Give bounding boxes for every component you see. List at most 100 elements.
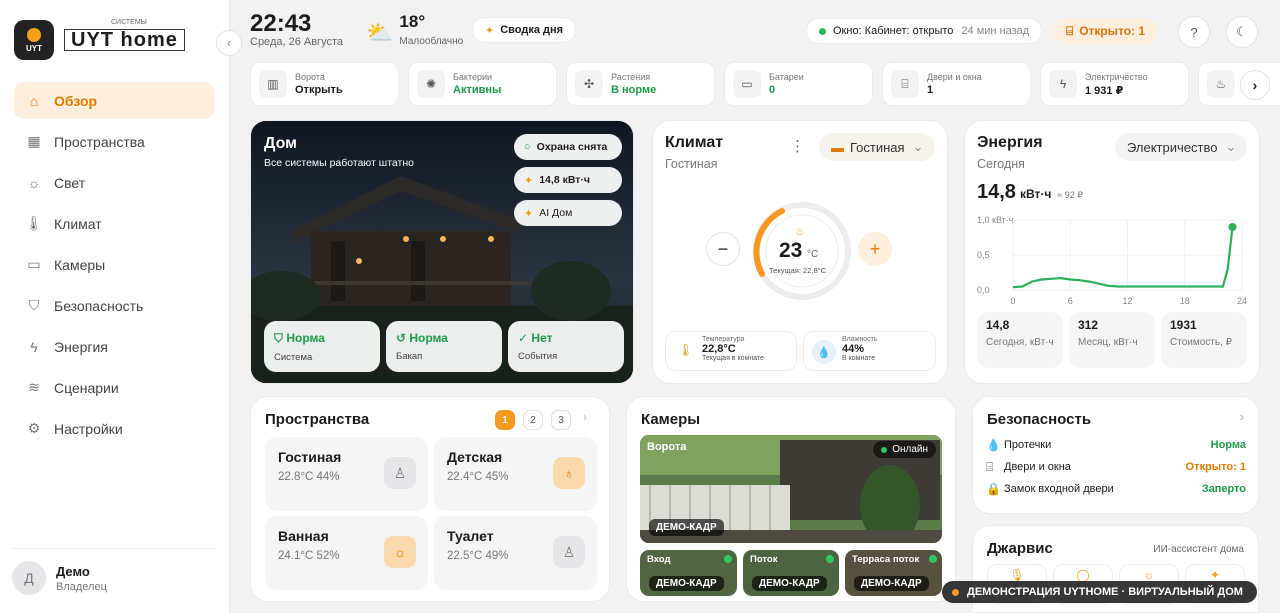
space-living-room[interactable]: Гостиная 22.8°C 44% ♙ [265,437,428,511]
nav-item-energy[interactable]: ϟ Энергия [14,328,214,365]
gear-icon: ⚙ [27,420,41,436]
humidity-readout: 💧 Влажность 44% В комнате [803,331,936,371]
user-role: Владелец [56,580,107,593]
weather-desc: Малооблачно [399,36,464,47]
sparkle-icon: ✦ [1209,568,1221,582]
temp-readout: 🌡 Температура 22,8°C Текущая в комнате [665,331,797,371]
nav-item-overview[interactable]: ⌂ Обзор [14,82,214,119]
door-icon: ⌸ [1066,23,1074,38]
status-pill[interactable]: Окно: Кабинет: открыто 24 мин назад [806,18,1043,44]
energy-last-point [1228,223,1237,231]
camera-gate[interactable]: Ворота Онлайн ДЕМО-КАДР [640,435,942,543]
energy-type-select[interactable]: Электричество ⌄ [1115,133,1247,161]
energy-period: Сегодня [977,157,1025,171]
lamp-icon[interactable]: ♙ [384,457,416,489]
camera-stream[interactable]: Поток ДЕМО-КАДР [743,550,839,596]
security-row-leaks[interactable]: 💧 Протечки Норма [986,435,1246,455]
date: Среда, 26 Августа [250,36,343,48]
energy-total: 14,8 кВт·ч ≈ 92 ₽ [977,181,1083,203]
banner-dot [952,588,959,596]
space-kids-room[interactable]: Детская 22.4°C 45% ♁ [434,437,597,511]
tile-batteries[interactable]: ▭ Батареи 0 [724,62,873,106]
nav-item-scenarios[interactable]: ≋ Сценарии [14,369,214,406]
camera-entrance[interactable]: Вход ДЕМО-КАДР [640,550,737,596]
guard-chip[interactable]: ○ Охрана снята [514,134,622,160]
collapse-sidebar-button[interactable]: ‹ [216,30,242,56]
room-select[interactable]: ▬ Гостиная ⌄ [819,133,936,161]
logo[interactable]: UYT СИСТЕМЫ UYT home [14,19,185,60]
chevron-right-icon[interactable]: › [1240,409,1244,424]
chevron-right-icon: › [1252,77,1258,93]
sidebar: UYT СИСТЕМЫ UYT home ⌂ Обзор ▦ Пространства… [0,0,230,613]
chevron-down-icon: ⌄ [1225,139,1237,154]
y-tick-label: 1,0 кВт·ч [977,215,1014,225]
tile-plants[interactable]: ✣ Растения В норме [566,62,715,106]
energy-chip[interactable]: ✦ 14,8 кВт·ч [514,167,622,193]
drop-icon: 💧 [812,340,836,364]
nav-item-light[interactable]: ☼ Свет [14,164,214,201]
online-dot [724,555,732,563]
theme-toggle-button[interactable]: ☾ [1226,16,1258,48]
chevron-right-icon[interactable]: › [583,410,587,424]
tiles-next-button[interactable]: › [1240,70,1270,100]
page-2-button[interactable]: 2 [523,410,543,430]
cameras-title: Камеры [641,411,701,428]
check-circle-icon: ✓ [518,331,532,345]
security-row-doors[interactable]: ⌸ Двери и окна Открыто: 1 [986,457,1246,477]
home-subtitle: Все системы работают штатно [264,157,414,169]
help-button[interactable]: ? [1178,16,1210,48]
energy-card: Энергия Сегодня Электричество ⌄ 14,8 кВт·… [964,120,1260,384]
increase-temp-button[interactable]: + [858,232,892,266]
space-bathroom[interactable]: Ванная 24.1°C 52% ☼ [265,516,428,590]
ai-home-chip[interactable]: ✦ AI Дом [514,200,622,226]
home-card[interactable]: Дом Все системы работают штатно ○ Охрана … [250,120,634,384]
decrease-temp-button[interactable]: − [706,232,740,266]
nav-item-cameras[interactable]: ▭ Камеры [14,246,214,283]
energy-stat-cost: 1931 Стоимость, ₽ [1161,312,1247,368]
bacteria-icon: ✺ [417,70,445,98]
help-icon: ? [1190,24,1198,40]
bolt-icon: ϟ [30,338,38,355]
page-3-button[interactable]: 3 [551,410,571,430]
stat-backup[interactable]: ↺ Норма Бакап [386,321,502,372]
plus-icon: + [869,238,881,259]
chat-icon: ◯ [1076,568,1090,582]
online-dot [929,555,937,563]
x-tick-label: 0 [1010,296,1015,306]
tile-gate[interactable]: ▥ Ворота Открыть [250,62,399,106]
nav-item-climate[interactable]: 🌡 Климат [14,205,214,242]
page-1-button[interactable]: 1 [495,410,515,430]
grid-icon: ▦ [27,133,41,149]
history-icon: ↺ [396,331,410,345]
energy-stat-today: 14,8 Сегодня, кВт·ч [977,312,1063,368]
mic-icon: 🎙 [1009,568,1025,582]
sparkle-icon: ✦ [485,24,495,37]
day-summary-button[interactable]: ✦ Сводка дня [472,17,577,43]
lamp-icon[interactable]: ♙ [553,536,585,568]
camera-terrace[interactable]: Терраса поток ДЕМО-КАДР [845,550,942,596]
user-profile[interactable]: Д Демо Владелец [12,548,216,595]
tile-electricity[interactable]: ϟ Электричество 1 931 ₽ [1040,62,1189,106]
nav-item-security[interactable]: ⛉ Безопасность [14,287,214,324]
open-count-pill[interactable]: ⌸ Открыто: 1 [1054,18,1158,44]
minus-icon: − [717,238,729,259]
stat-events[interactable]: ✓ Нет События [508,321,624,372]
space-toilet[interactable]: Туалет 22.5°C 49% ♙ [434,516,597,590]
nav-item-spaces[interactable]: ▦ Пространства [14,123,214,160]
y-tick-label: 0,5 [977,250,990,260]
bulb-icon[interactable]: ♁ [553,457,585,489]
stat-system[interactable]: ⛉ Норма Система [264,321,380,372]
x-tick-label: 24 [1237,296,1247,306]
energy-series-line [1012,226,1234,289]
x-tick-label: 12 [1122,296,1132,306]
chevron-down-icon: ⌄ [912,139,924,154]
tile-bacteria[interactable]: ✺ Бактерии Активны [408,62,557,106]
light-icon[interactable]: ☼ [384,536,416,568]
security-row-lock[interactable]: 🔒 Замок входной двери Заперто [986,479,1246,499]
more-vert-icon[interactable]: ⋮ [790,137,805,155]
nav-item-settings[interactable]: ⚙ Настройки [14,410,214,447]
x-tick-label: 18 [1180,296,1190,306]
layers-icon: ≋ [28,379,40,395]
tile-doors[interactable]: ⌸ Двери и окна 1 [882,62,1031,106]
sparkle-icon: ✦ [524,207,534,220]
